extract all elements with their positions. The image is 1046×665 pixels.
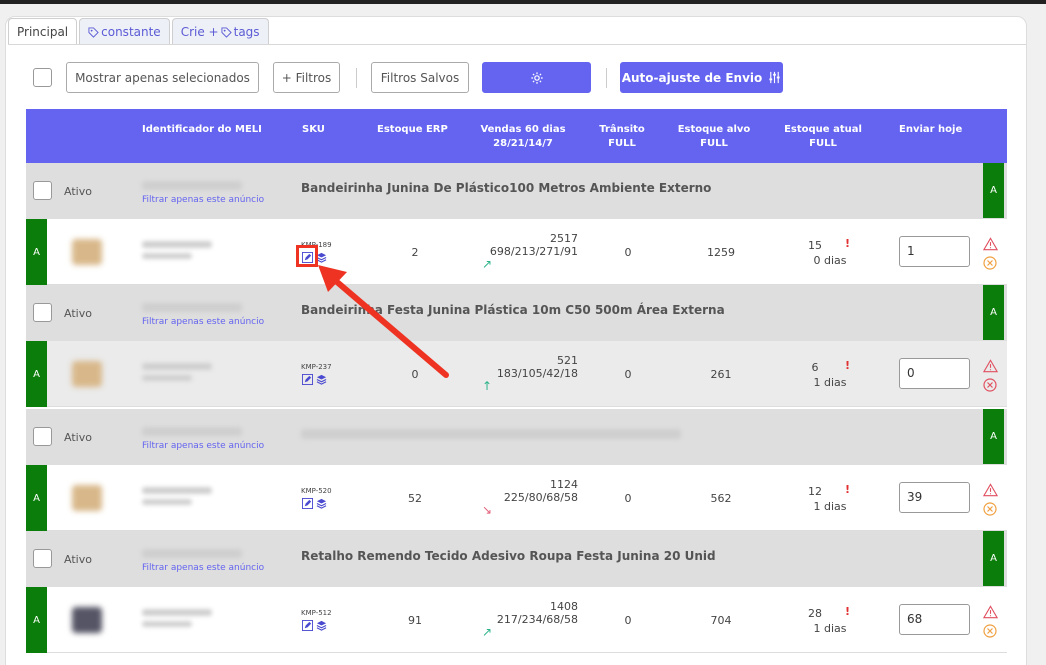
annotation-arrow [318, 265, 449, 378]
